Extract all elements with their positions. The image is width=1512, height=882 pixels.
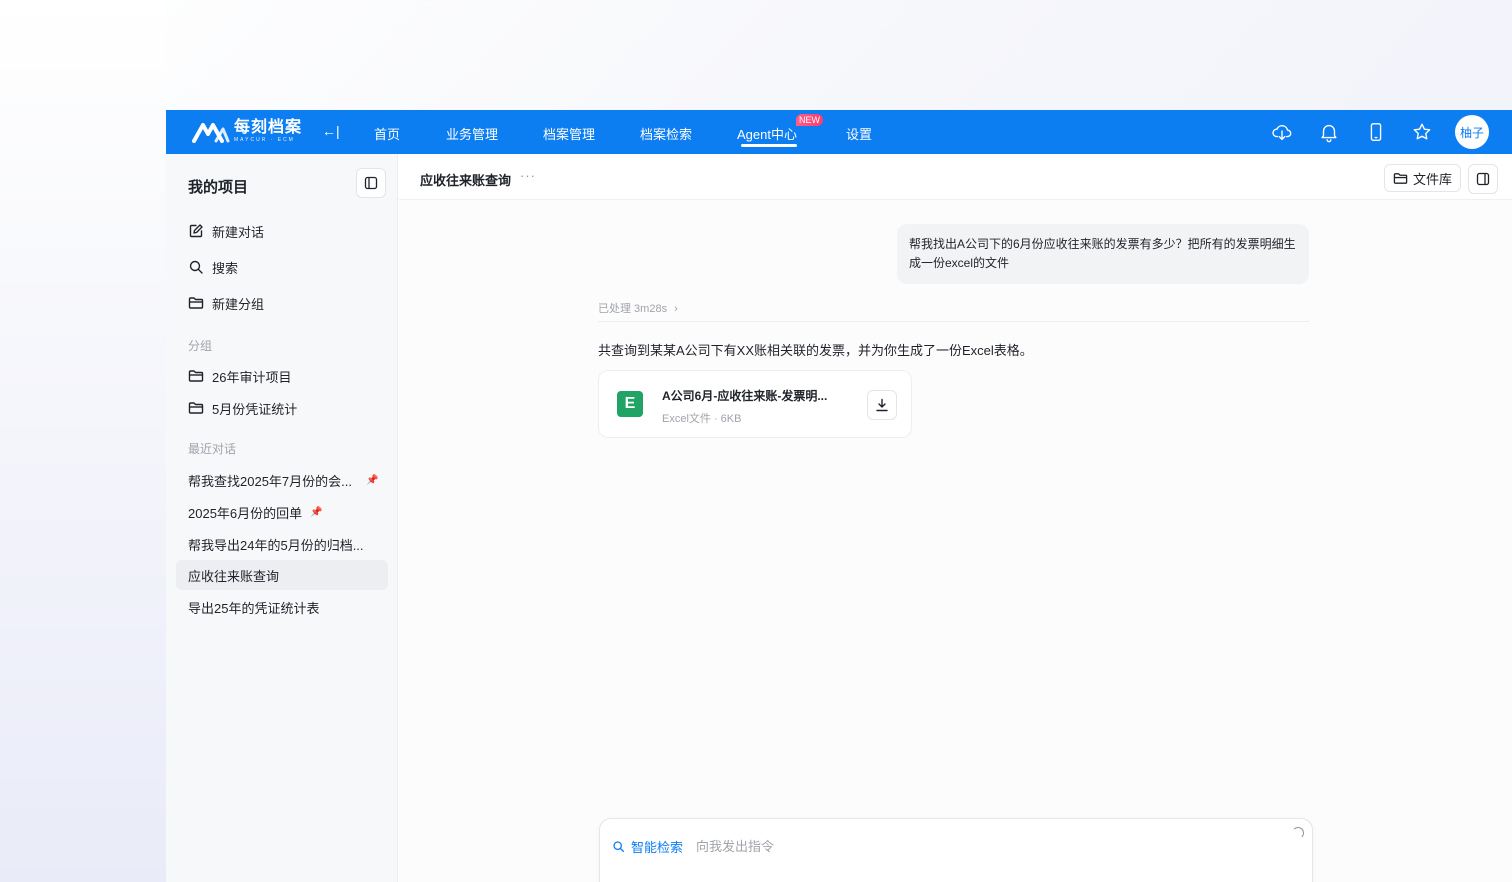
file-meta: Excel文件 · 6KB <box>662 413 742 425</box>
edit-icon <box>189 224 203 238</box>
search-label: 搜索 <box>212 260 239 276</box>
nav-item-agent-center[interactable]: Agent中心 <box>737 124 797 143</box>
new-chat-label: 新建对话 <box>212 224 265 240</box>
recent-chat-label: 导出25年的凭证统计表 <box>188 600 320 616</box>
new-group-label: 新建分组 <box>212 296 265 312</box>
smart-search-label: 智能检索 <box>631 840 684 855</box>
mobile-icon[interactable] <box>1365 121 1387 143</box>
star-icon[interactable] <box>1411 121 1433 143</box>
group-item[interactable]: 26年审计项目 <box>188 366 291 386</box>
folder-icon <box>1393 172 1408 184</box>
search-button[interactable]: 搜索 <box>188 257 238 277</box>
chat-header: 应收往来账查询 ··· 文件库 <box>399 154 1512 200</box>
nav-item-home[interactable]: 首页 <box>374 124 400 143</box>
pin-icon: 📌 <box>310 506 323 518</box>
divider <box>598 321 1309 322</box>
new-chat-button[interactable]: 新建对话 <box>188 221 264 241</box>
file-library-label: 文件库 <box>1413 171 1453 187</box>
recent-chat-item[interactable]: 2025年6月份的回单 📌 <box>176 497 388 527</box>
bell-icon[interactable] <box>1318 121 1340 143</box>
prompt-input[interactable] <box>696 835 1256 857</box>
nav-item-business[interactable]: 业务管理 <box>446 124 498 143</box>
group-label: 26年审计项目 <box>212 369 292 385</box>
recent-chat-item[interactable]: 帮我导出24年的5月份的归档... <box>176 529 388 559</box>
new-group-button[interactable]: 新建分组 <box>188 293 264 313</box>
recent-chat-label: 帮我导出24年的5月份的归档... <box>188 537 364 553</box>
smart-search-mode-button[interactable]: 智能检索 <box>612 837 683 856</box>
nav-item-archive-manage[interactable]: 档案管理 <box>543 124 595 143</box>
right-panel-icon <box>1476 172 1490 186</box>
search-icon <box>613 841 625 853</box>
file-name: A公司6月-应收往来账-发票明... <box>662 389 828 403</box>
nav-item-archive-search[interactable]: 档案检索 <box>640 124 692 143</box>
groups-section-label: 分组 <box>188 339 213 353</box>
processed-label: 已处理 3m28s <box>598 303 668 315</box>
excel-file-icon: E <box>617 391 643 417</box>
new-badge: NEW <box>796 114 823 126</box>
app-window: 每刻档案 MAYCUR · ECM ←| 首页 业务管理 档案管理 档案检索 A… <box>166 110 1512 882</box>
background-left <box>0 0 166 882</box>
composer: 智能检索 <box>599 818 1313 882</box>
top-nav: 每刻档案 MAYCUR · ECM ←| 首页 业务管理 档案管理 档案检索 A… <box>166 110 1512 154</box>
recent-section-label: 最近对话 <box>188 442 237 456</box>
active-nav-underline <box>741 144 797 147</box>
sidebar-title: 我的项目 <box>188 179 249 196</box>
folder-icon <box>188 402 204 414</box>
assistant-answer: 共查询到某某A公司下有XX账相关联的发票，并为你生成了一份Excel表格。 <box>598 343 1033 358</box>
loading-spinner-icon <box>1292 827 1304 839</box>
file-attachment-card[interactable]: E A公司6月-应收往来账-发票明... Excel文件 · 6KB <box>598 370 912 438</box>
recent-chat-label: 2025年6月份的回单 <box>188 505 303 521</box>
nav-item-settings[interactable]: 设置 <box>846 124 872 143</box>
download-icon <box>876 398 888 412</box>
group-item[interactable]: 5月份凭证统计 <box>188 398 297 418</box>
chevron-right-icon: › <box>674 303 678 315</box>
logo-name-cn: 每刻档案 <box>234 119 303 136</box>
logo-text: 每刻档案 MAYCUR · ECM <box>234 120 302 143</box>
collapse-nav-button[interactable]: ←| <box>322 123 340 139</box>
processed-toggle[interactable]: 已处理 3m28s › <box>598 300 678 316</box>
side-panel-toggle-button[interactable] <box>1468 164 1498 194</box>
download-button[interactable] <box>867 390 897 420</box>
sidebar: 我的项目 新建对话 搜索 新建分组 分组 26年审计项目 5月份凭证统计 最近对… <box>166 154 398 882</box>
logo-name-en: MAYCUR · ECM <box>234 137 295 143</box>
recent-chat-item-active[interactable]: 应收往来账查询 <box>176 560 388 590</box>
cloud-download-icon[interactable] <box>1271 121 1293 143</box>
pin-icon: 📌 <box>366 474 379 486</box>
recent-chat-label: 帮我查找2025年7月份的会... <box>188 473 352 489</box>
folder-icon <box>188 370 204 382</box>
group-label: 5月份凭证统计 <box>212 401 298 417</box>
recent-chat-item[interactable]: 导出25年的凭证统计表 <box>176 592 388 622</box>
logo-mark-icon <box>192 122 230 143</box>
recent-chat-label: 应收往来账查询 <box>188 568 280 584</box>
folder-icon <box>188 297 204 309</box>
sidebar-toggle-button[interactable] <box>356 168 386 198</box>
conversation-title: 应收往来账查询 <box>420 173 512 188</box>
file-library-button[interactable]: 文件库 <box>1384 164 1462 192</box>
sidebar-panel-icon <box>364 176 378 190</box>
search-icon <box>189 260 203 274</box>
logo[interactable]: 每刻档案 MAYCUR · ECM <box>192 120 302 143</box>
more-options-button[interactable]: ··· <box>520 168 536 183</box>
recent-chat-item[interactable]: 帮我查找2025年7月份的会... 📌 <box>176 465 388 495</box>
user-message-bubble: 帮我找出A公司下的6月份应收往来账的发票有多少？把所有的发票明细生成一份exce… <box>897 224 1309 284</box>
chat-main: 应收往来账查询 ··· 文件库 帮我找出A公司下的6月份应收往来账的发票有多少？… <box>399 154 1512 882</box>
user-avatar[interactable]: 柚子 <box>1455 115 1489 149</box>
